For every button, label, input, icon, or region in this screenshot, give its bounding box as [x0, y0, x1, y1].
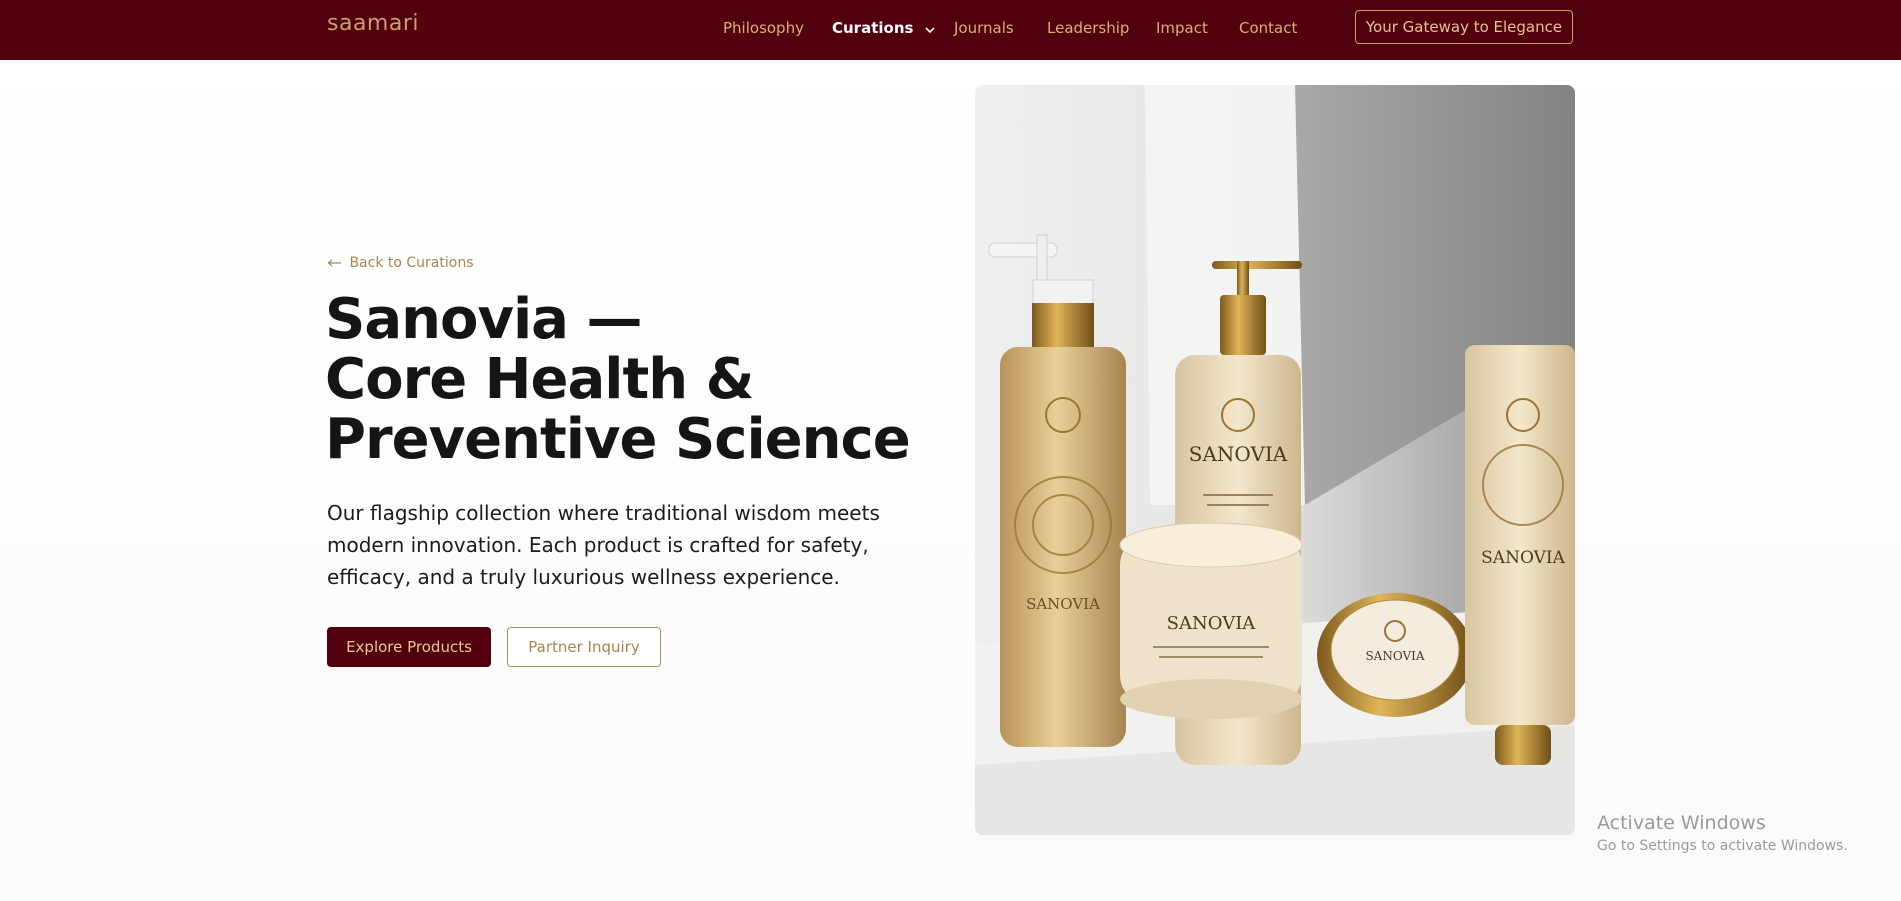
- arrow-left-icon: [327, 255, 346, 271]
- nav-contact[interactable]: Contact: [1239, 19, 1297, 37]
- svg-text:SANOVIA: SANOVIA: [1167, 613, 1257, 634]
- title-line-1: Sanovia —: [325, 287, 642, 352]
- nav-curations[interactable]: Curations: [832, 19, 935, 38]
- activate-windows-subtitle: Go to Settings to activate Windows.: [1597, 838, 1848, 854]
- activate-windows-title: Activate Windows: [1597, 812, 1766, 834]
- gateway-cta-button[interactable]: Your Gateway to Elegance: [1355, 10, 1573, 44]
- nav-journals[interactable]: Journals: [954, 19, 1014, 37]
- partner-inquiry-button[interactable]: Partner Inquiry: [507, 627, 661, 667]
- title-line-3: Preventive Science: [325, 407, 911, 472]
- back-link-label: Back to Curations: [349, 255, 474, 271]
- nav-philosophy[interactable]: Philosophy: [723, 19, 804, 37]
- explore-products-button[interactable]: Explore Products: [327, 627, 491, 667]
- hero-description: Our flagship collection where traditiona…: [327, 501, 880, 589]
- svg-text:SANOVIA: SANOVIA: [1365, 649, 1424, 663]
- svg-text:SANOVIA: SANOVIA: [1481, 548, 1565, 568]
- back-to-curations-link[interactable]: Back to Curations: [327, 255, 474, 271]
- page-title: Sanovia — Core Health & Preventive Scien…: [325, 290, 925, 470]
- svg-text:SANOVIA: SANOVIA: [1189, 442, 1288, 466]
- activate-windows-watermark: Activate Windows Go to Settings to activ…: [1597, 812, 1848, 854]
- brand-logo[interactable]: saamari: [327, 11, 419, 36]
- top-navbar: saamari Philosophy Curations Journals Le…: [0, 0, 1901, 60]
- chevron-down-icon: [925, 20, 935, 38]
- nav-impact[interactable]: Impact: [1156, 19, 1208, 37]
- nav-curations-label: Curations: [832, 19, 914, 37]
- svg-text:SANOVIA: SANOVIA: [1026, 595, 1100, 613]
- product-hero-image: SANOVIA SANOVIA SANOVIA SANOVIA SANOVIA: [975, 85, 1575, 835]
- nav-leadership[interactable]: Leadership: [1047, 19, 1129, 37]
- title-line-2: Core Health &: [325, 347, 754, 412]
